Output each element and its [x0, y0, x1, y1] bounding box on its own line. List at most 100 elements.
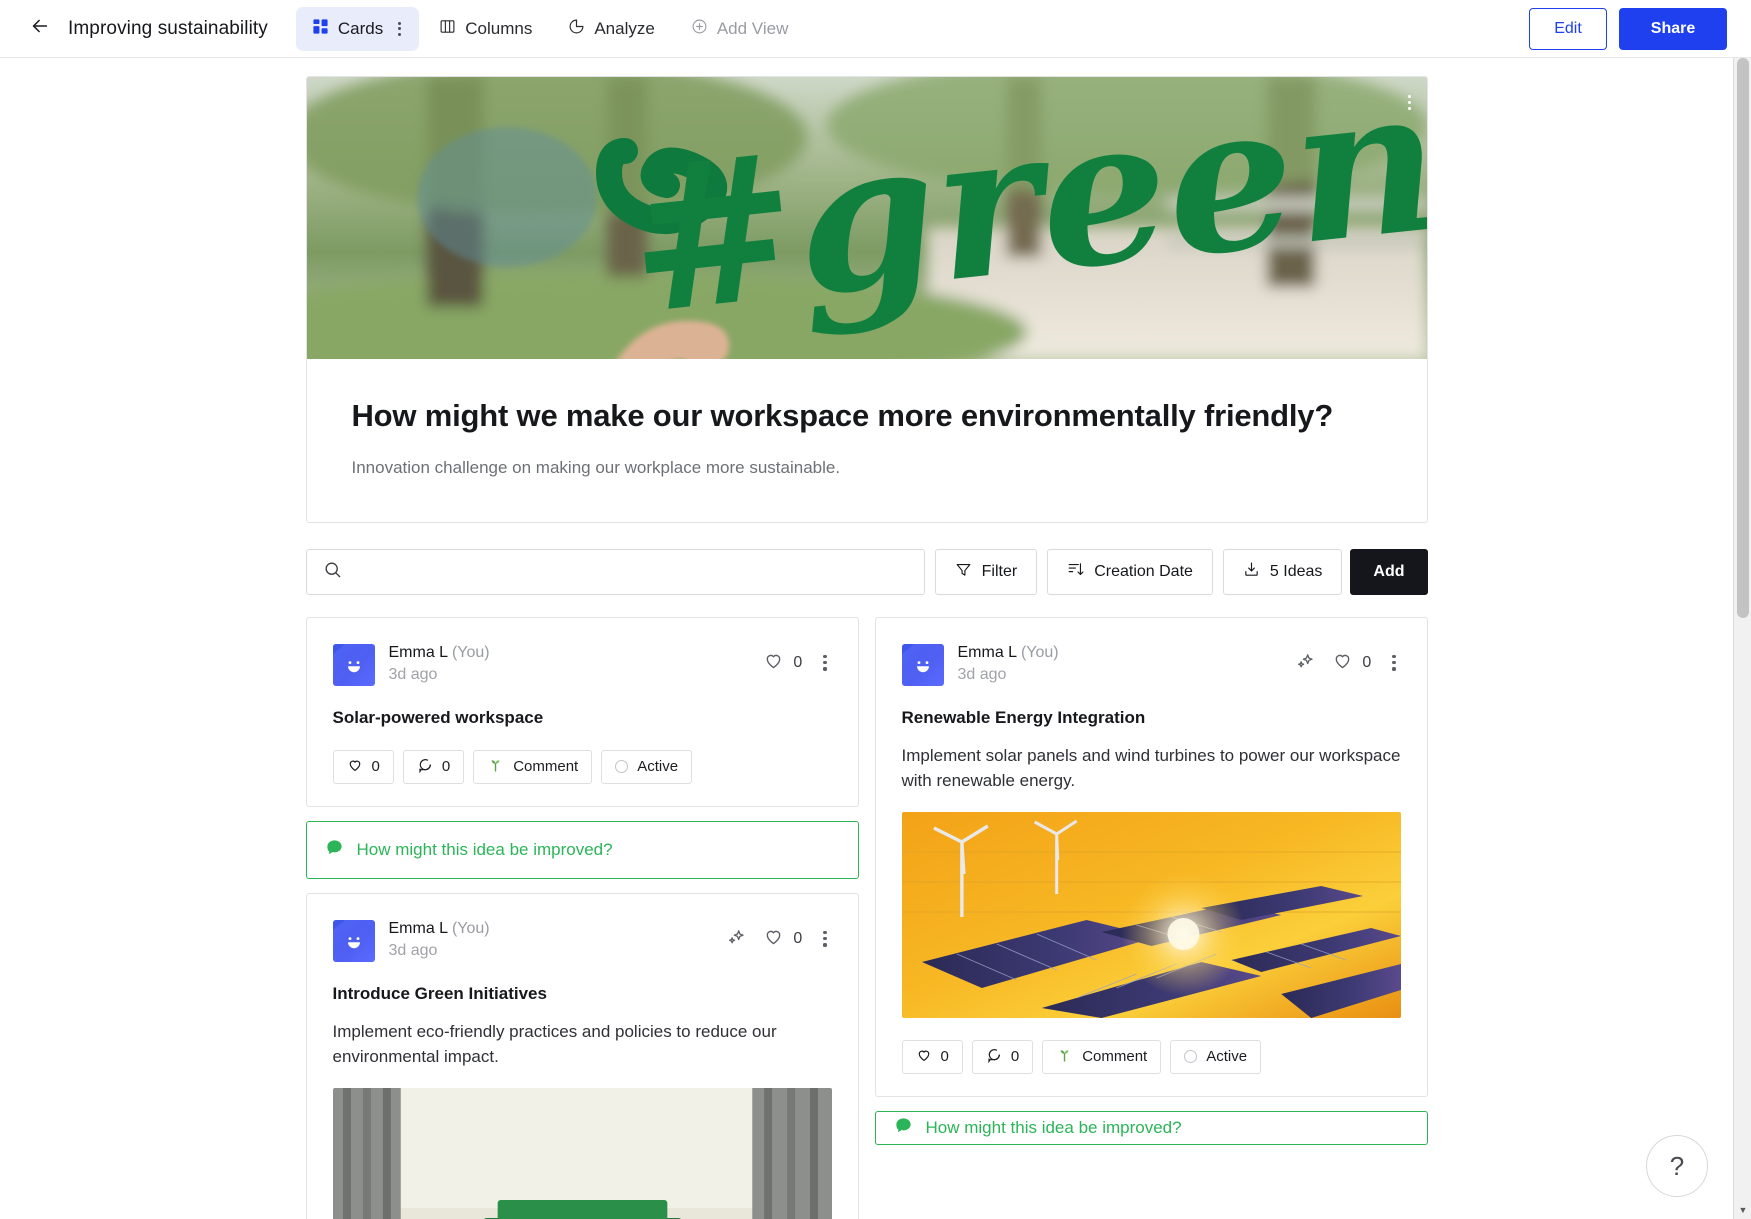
tab-add-view-label: Add View: [716, 18, 789, 38]
idea-comment-button[interactable]: Comment: [1042, 1039, 1162, 1074]
tab-columns[interactable]: Columns: [423, 7, 548, 51]
idea-card[interactable]: Emma L (You) 3d ago: [305, 892, 859, 1219]
ideas-count-button[interactable]: 5 Ideas: [1222, 548, 1343, 595]
tab-cards[interactable]: Cards: [295, 6, 420, 51]
search-box[interactable]: [305, 548, 925, 595]
avatar: [332, 643, 375, 686]
ai-sparkle-icon[interactable]: [726, 926, 747, 952]
author-name: Emma L: [388, 919, 448, 937]
idea-actions: 0 0 Comment Active: [901, 1039, 1401, 1074]
tab-analyze-label: Analyze: [594, 18, 655, 38]
heart-icon: [763, 650, 784, 676]
hero-menu-button[interactable]: [1404, 89, 1415, 116]
ideas-grid: Emma L (You) 3d ago 0 Solar-powered work…: [305, 616, 1428, 1219]
author-block: Emma L (You) 3d ago: [958, 644, 1059, 684]
ideas-column-right: Emma L (You) 3d ago 0 Renewable Energy I…: [874, 616, 1428, 1219]
idea-card[interactable]: Emma L (You) 3d ago: [874, 616, 1428, 1097]
share-button[interactable]: Share: [1619, 7, 1727, 50]
scroll-down-arrow[interactable]: ▼: [1734, 1201, 1751, 1219]
idea-image: [901, 811, 1401, 1018]
status-circle-icon: [615, 760, 629, 774]
idea-description: Implement solar panels and wind turbines…: [901, 745, 1401, 791]
columns-icon: [439, 18, 456, 40]
improve-prompt-box[interactable]: How might this idea be improved?: [305, 820, 859, 879]
like-button[interactable]: 0: [763, 650, 802, 676]
idea-menu-button[interactable]: [818, 927, 831, 951]
tab-add-view[interactable]: Add View: [675, 7, 805, 51]
ai-sparkle-icon[interactable]: [1295, 650, 1316, 676]
heart-icon: [347, 757, 363, 777]
idea-comment-count: 0: [441, 758, 451, 776]
tab-cards-menu-button[interactable]: [396, 18, 403, 40]
filter-funnel-icon: [955, 561, 972, 583]
like-button[interactable]: 0: [763, 926, 802, 952]
green-sprout-icon: [487, 756, 504, 777]
author-block: Emma L (You) 3d ago: [389, 920, 490, 960]
idea-comment-count-pill[interactable]: 0: [402, 749, 465, 784]
scrollbar-thumb[interactable]: [1737, 58, 1749, 618]
idea-image: [332, 1087, 832, 1219]
like-button[interactable]: 0: [1332, 650, 1371, 676]
like-count: 0: [793, 653, 803, 671]
comment-bubble-icon: [417, 757, 433, 777]
smiley-face-icon: [902, 644, 944, 686]
idea-timestamp: 3d ago: [957, 665, 1007, 683]
like-count: 0: [793, 929, 803, 947]
idea-like-count: 0: [371, 758, 380, 776]
analyze-pie-icon: [568, 18, 585, 40]
idea-comment-count-pill[interactable]: 0: [971, 1039, 1034, 1074]
idea-like-pill[interactable]: 0: [332, 749, 394, 784]
back-button[interactable]: [24, 13, 56, 45]
heart-icon: [1332, 650, 1353, 676]
vertical-scrollbar[interactable]: ▲ ▼: [1733, 58, 1751, 1219]
idea-card-header: Emma L (You) 3d ago 0: [332, 919, 832, 962]
cards-grid-icon: [312, 18, 329, 40]
idea-title: Renewable Energy Integration: [901, 707, 1146, 727]
filter-button[interactable]: Filter: [934, 548, 1038, 595]
arrow-left-icon: [29, 15, 51, 42]
sort-button[interactable]: Creation Date: [1047, 548, 1213, 595]
view-tabs: Cards Columns Analyze Add View: [295, 6, 805, 51]
like-count: 0: [1362, 653, 1372, 671]
import-download-icon: [1243, 561, 1260, 583]
tab-analyze[interactable]: Analyze: [552, 7, 670, 51]
ideas-count-label: 5 Ideas: [1269, 562, 1323, 580]
idea-actions: 0 0 Comment Active: [332, 749, 832, 784]
improve-prompt-label: How might this idea be improved?: [925, 1117, 1182, 1137]
challenge-subtitle: Innovation challenge on making our workp…: [351, 457, 841, 477]
edit-button[interactable]: Edit: [1529, 7, 1607, 50]
main-scroll-area: #green How might we make our workspace m…: [0, 58, 1751, 1219]
author-you-suffix: (You): [1020, 643, 1059, 661]
add-idea-button[interactable]: Add: [1350, 548, 1428, 595]
avatar: [332, 919, 375, 962]
header-actions: Edit Share: [1529, 7, 1727, 50]
author-you-suffix: (You): [451, 919, 490, 937]
hero-image: #green: [306, 77, 1427, 359]
author-you-suffix: (You): [451, 643, 490, 661]
comment-bubble-icon: [986, 1047, 1002, 1067]
idea-like-pill[interactable]: 0: [901, 1039, 963, 1074]
author-block: Emma L (You) 3d ago: [389, 644, 490, 684]
green-sprout-icon: [1056, 1046, 1073, 1067]
comment-bubble-icon: [894, 1116, 913, 1140]
ideas-column-left: Emma L (You) 3d ago 0 Solar-powered work…: [305, 616, 859, 1219]
idea-menu-button[interactable]: [1387, 651, 1400, 675]
idea-comment-button[interactable]: Comment: [473, 749, 593, 784]
idea-menu-button[interactable]: [818, 651, 831, 675]
idea-card[interactable]: Emma L (You) 3d ago 0 Solar-powered work…: [305, 616, 859, 807]
search-input[interactable]: [353, 563, 908, 581]
improve-prompt-box[interactable]: How might this idea be improved?: [874, 1110, 1428, 1145]
idea-timestamp: 3d ago: [388, 665, 438, 683]
idea-header-actions: 0: [726, 920, 831, 952]
smiley-face-icon: [333, 920, 375, 962]
heart-icon: [916, 1047, 932, 1067]
idea-header-actions: 0: [763, 644, 831, 676]
help-button[interactable]: ?: [1646, 1135, 1708, 1197]
idea-timestamp: 3d ago: [388, 941, 438, 959]
idea-status-pill[interactable]: Active: [1170, 1039, 1262, 1074]
tab-columns-label: Columns: [465, 18, 533, 38]
challenge-hero-card: #green How might we make our workspace m…: [305, 76, 1428, 523]
idea-comment-label: Comment: [1082, 1048, 1148, 1066]
idea-status-pill[interactable]: Active: [601, 749, 693, 784]
filter-label: Filter: [981, 562, 1018, 580]
